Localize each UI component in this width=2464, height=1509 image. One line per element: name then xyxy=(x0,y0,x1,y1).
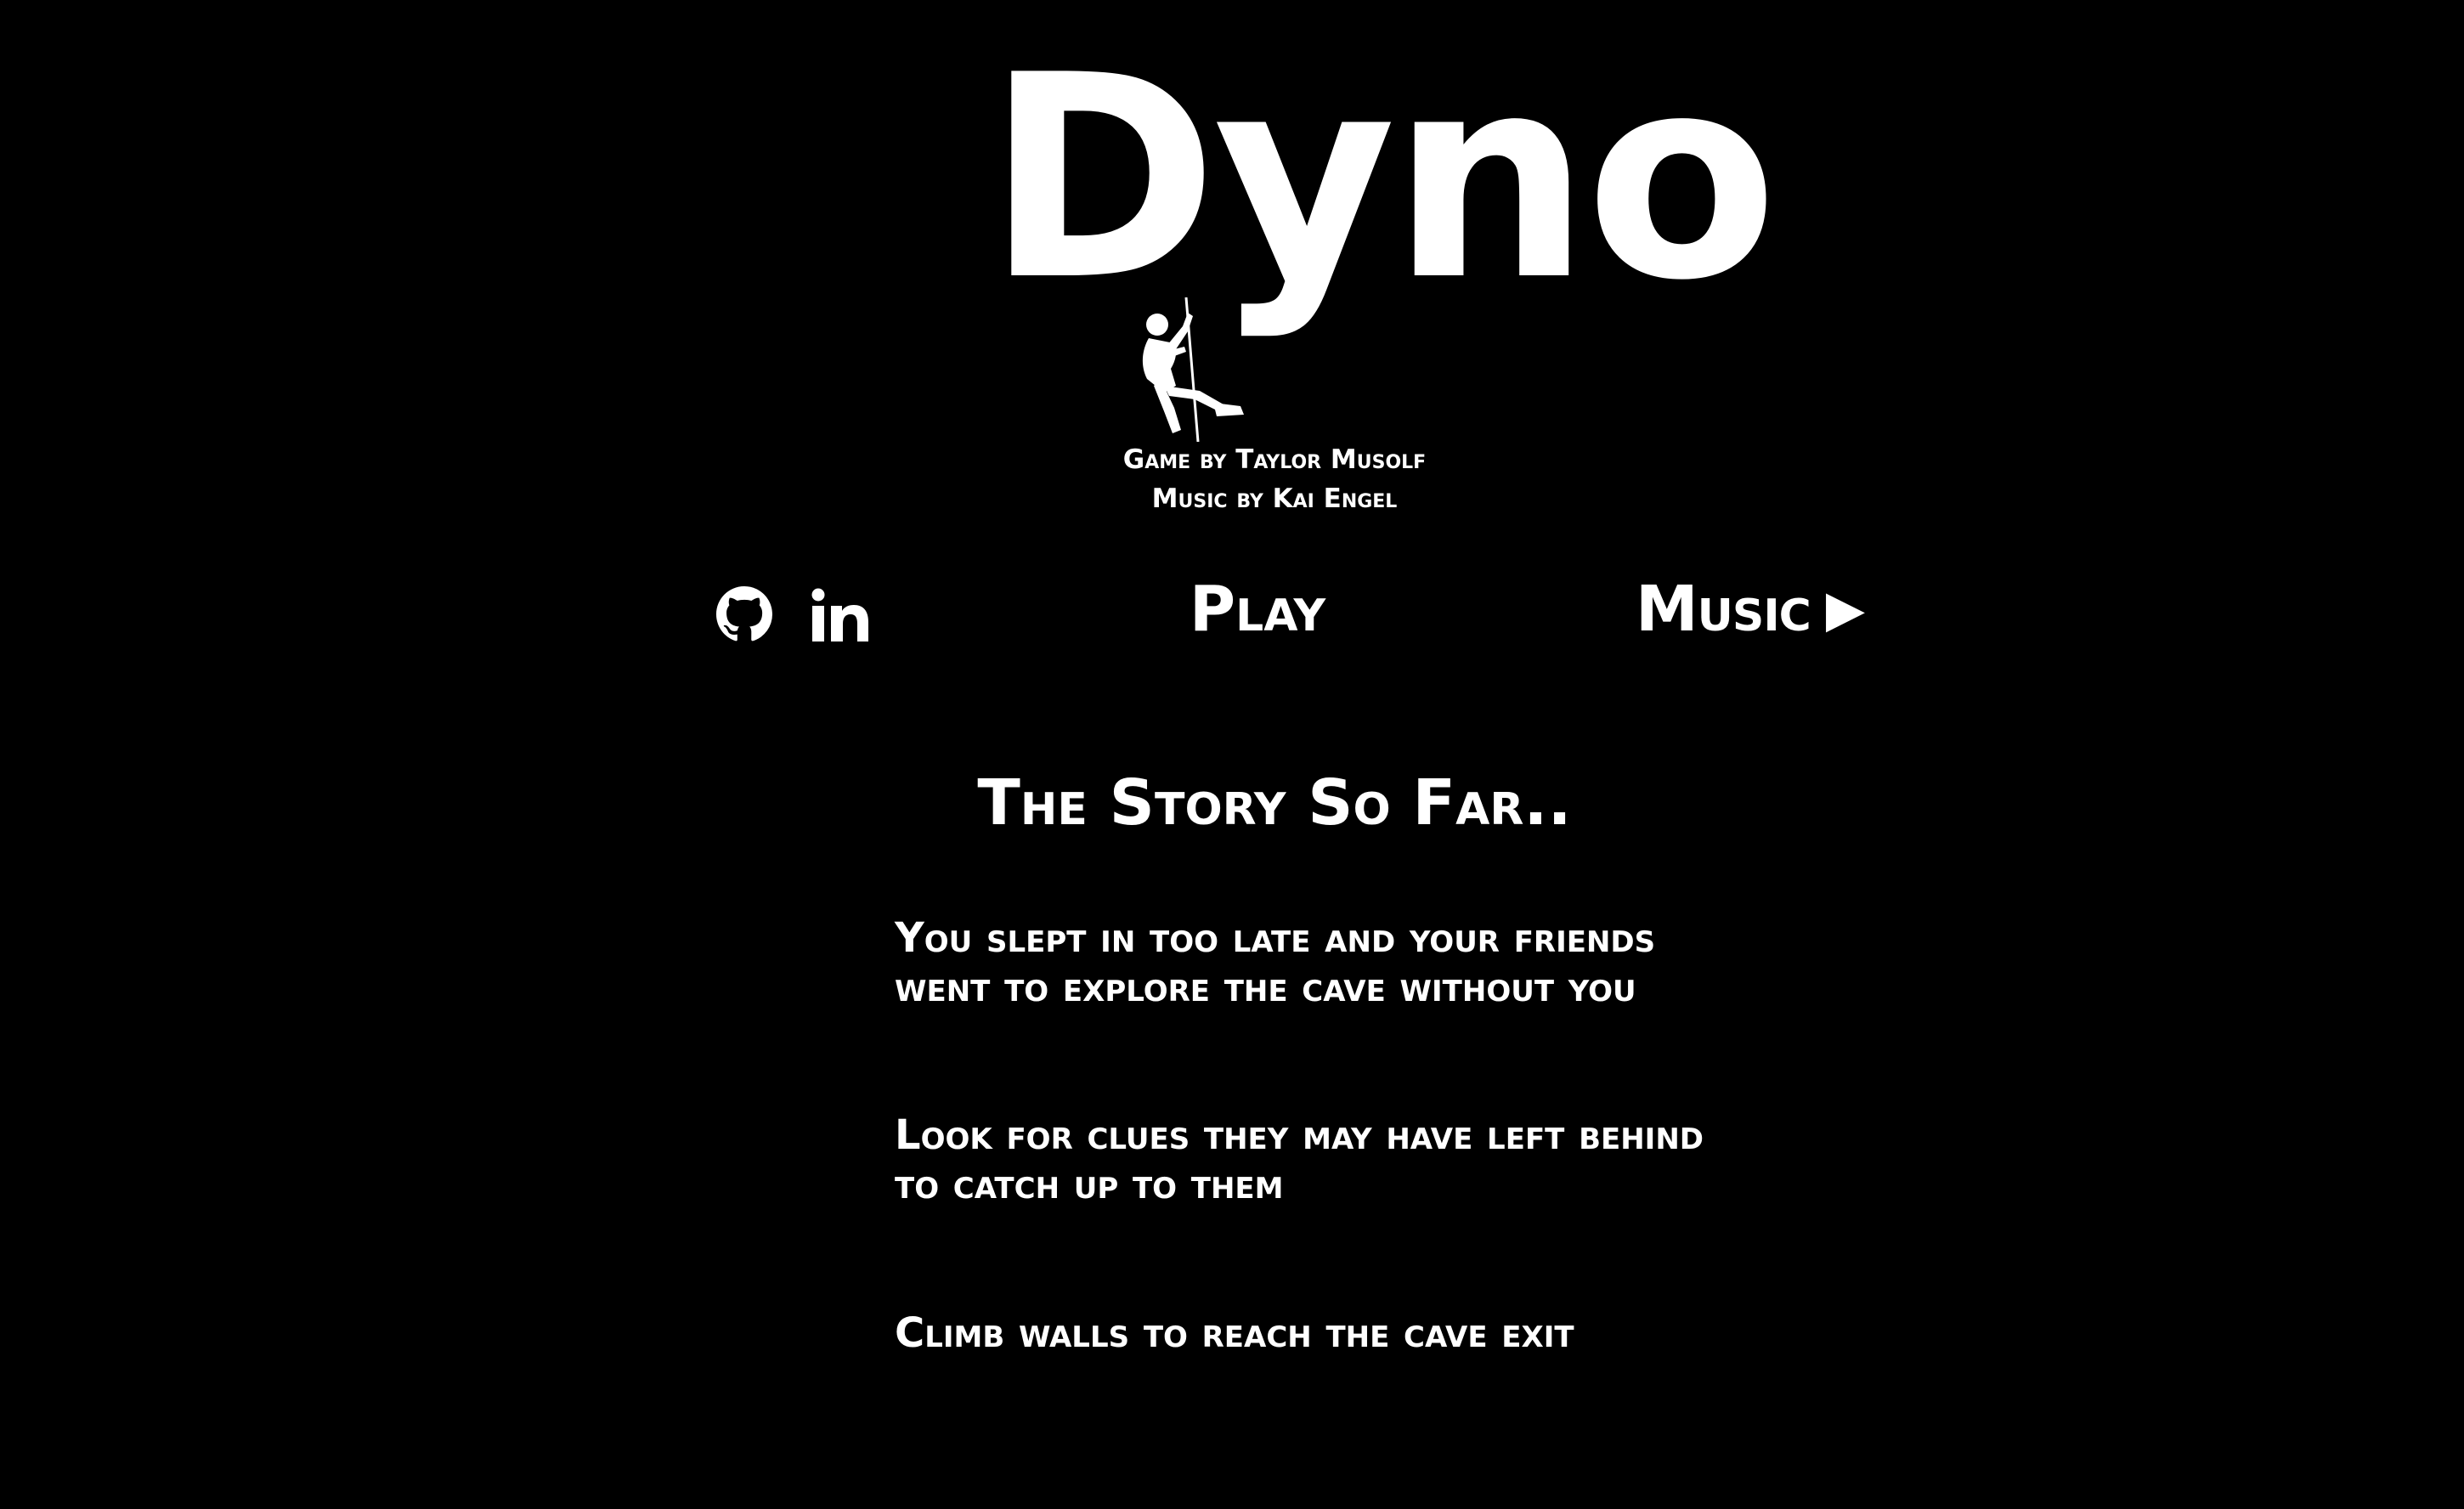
play-triangle-icon: ▶ xyxy=(1825,579,1865,639)
story-line: Climb walls to reach the cave exit xyxy=(895,1309,1574,1357)
github-link[interactable] xyxy=(716,586,772,642)
game-title-logo: Dyno xyxy=(986,15,1778,342)
story-line: Look for clues they may have left behind xyxy=(895,1111,1704,1159)
github-icon xyxy=(716,586,772,641)
story-line: to catch up to them xyxy=(895,1161,1284,1208)
linkedin-icon xyxy=(811,588,868,641)
story-paragraph: Look for clues they may have left behind… xyxy=(895,1111,1704,1209)
music-label: Music xyxy=(1636,573,1811,646)
story-heading: The Story So Far.. xyxy=(977,766,1572,839)
game-credit: Game by Taylor Musolf xyxy=(1122,444,1427,475)
credits: Game by Taylor Musolf Music by Kai Engel xyxy=(935,440,1614,518)
story-line: went to explore the cave without you xyxy=(895,964,1636,1011)
music-credit: Music by Kai Engel xyxy=(1151,483,1398,514)
music-toggle-button[interactable]: Music ▶ xyxy=(1636,571,1865,647)
play-button[interactable]: Play xyxy=(1173,571,1342,647)
rappelling-climber-icon xyxy=(1142,297,1244,442)
linkedin-link[interactable] xyxy=(811,588,869,642)
story-paragraph: Climb walls to reach the cave exit xyxy=(895,1308,1574,1358)
story-paragraph: You slept in too late and your friends w… xyxy=(895,913,1655,1012)
story-line: You slept in too late and your friends xyxy=(895,914,1656,962)
